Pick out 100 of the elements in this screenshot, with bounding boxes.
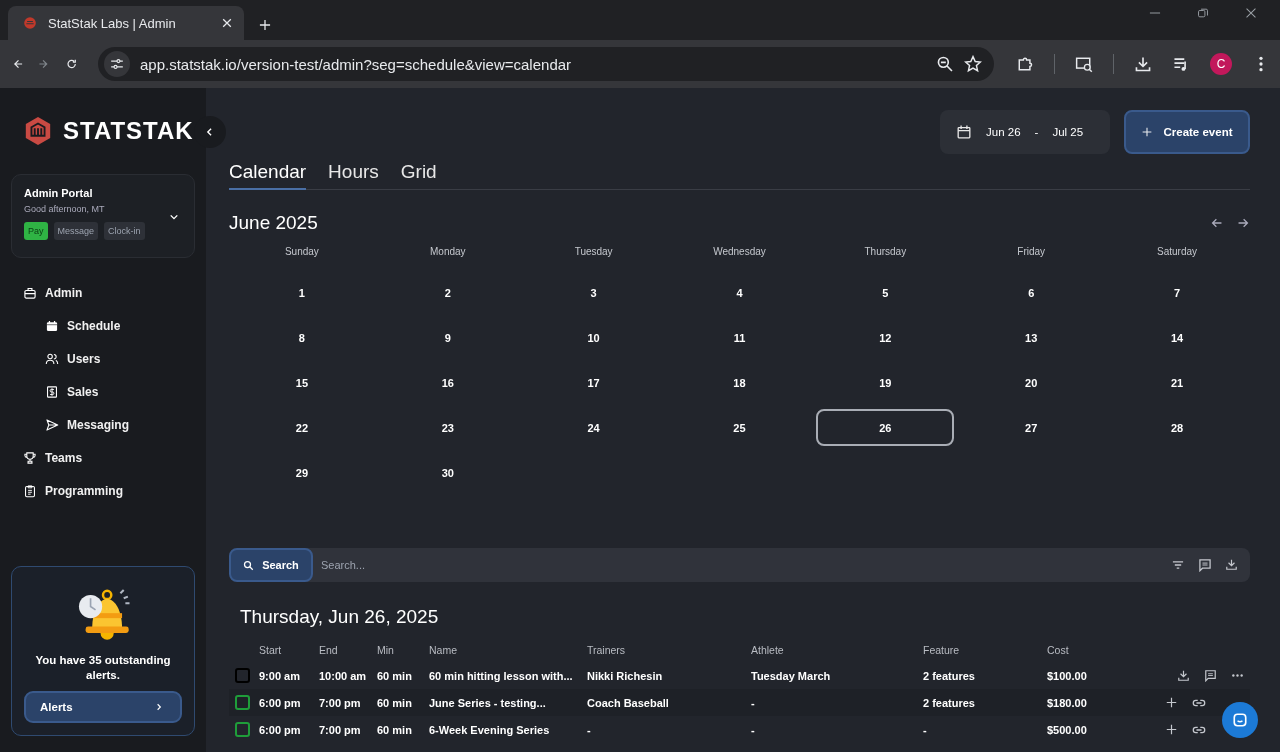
extensions-icon[interactable]	[1016, 55, 1034, 73]
plus-icon[interactable]	[1165, 695, 1178, 709]
nav-item[interactable]: Sales	[11, 375, 195, 408]
table-cell-text: 60 min	[377, 723, 413, 736]
dollar-icon	[45, 384, 59, 399]
browser-tab[interactable]: StatStak Labs | Admin	[8, 6, 244, 40]
table-cell-text: $500.00	[1047, 723, 1088, 736]
new-tab-icon[interactable]	[258, 18, 272, 32]
view-tab[interactable]: Grid	[400, 160, 437, 190]
plus-icon[interactable]	[1165, 722, 1178, 736]
calendar-day[interactable]: 13	[962, 319, 1101, 356]
next-arrow-icon[interactable]	[1236, 216, 1250, 230]
calendar-day[interactable]: 12	[816, 319, 955, 356]
send-icon	[45, 417, 59, 432]
weekday-label: Sunday	[283, 246, 320, 259]
calendar-day[interactable]: 27	[962, 409, 1101, 446]
calendar-day[interactable]: 20	[962, 364, 1101, 401]
greeting-text: Good afternoon, MT	[24, 204, 106, 214]
calendar-day[interactable]: 1	[232, 274, 371, 311]
row-checkbox[interactable]	[235, 695, 250, 710]
url-text: app.statstak.io/version-test/admin?seg=schedule&view=calendar	[140, 55, 573, 73]
comment-icon[interactable]	[1204, 669, 1217, 682]
portal-button[interactable]: Message	[53, 222, 99, 240]
calendar-day[interactable]: 28	[1108, 409, 1247, 446]
row-checkbox[interactable]	[235, 722, 250, 737]
nav-item[interactable]: Schedule	[11, 309, 195, 342]
calendar-day[interactable]: 10	[524, 319, 663, 356]
table-cell-text: 7:00 pm	[319, 723, 362, 736]
calendar-day[interactable]: 22	[232, 409, 371, 446]
calendar-day[interactable]: 4	[670, 274, 809, 311]
download-icon[interactable]	[1177, 669, 1190, 682]
calendar-day[interactable]: 15	[232, 364, 371, 401]
close-icon[interactable]	[1244, 6, 1258, 20]
download-icon[interactable]	[1225, 558, 1238, 571]
previous-arrow-icon[interactable]	[1210, 216, 1224, 230]
date-range-picker[interactable]: Jun 26 - Jul 25	[940, 110, 1110, 154]
bookmark-star-icon[interactable]	[964, 55, 982, 73]
date-start: Jun 26	[986, 126, 1021, 138]
screen-search-icon[interactable]	[1075, 55, 1093, 73]
calendar-day[interactable]: 23	[378, 409, 517, 446]
calendar-day[interactable]: 8	[232, 319, 371, 356]
nav-item[interactable]: Users	[11, 342, 195, 375]
calendar-day[interactable]: 26	[816, 409, 955, 446]
table-cell-text: 7:00 pm	[319, 696, 362, 709]
calendar-day[interactable]: 19	[816, 364, 955, 401]
restore-icon[interactable]	[1196, 6, 1210, 20]
table-cell-text: -	[751, 723, 756, 736]
table-cell-text: $180.00	[1047, 696, 1088, 709]
row-checkbox[interactable]	[235, 668, 250, 683]
weekday-label: Friday	[1016, 246, 1047, 259]
trophy-icon	[23, 450, 37, 465]
date-heading: Thursday, Jun 26, 2025	[239, 606, 440, 628]
calendar-day[interactable]: 30	[378, 454, 517, 491]
nav-item[interactable]: Messaging	[11, 408, 195, 441]
filter-icon[interactable]	[1171, 558, 1185, 572]
table-cell-text: -	[751, 696, 756, 709]
nav-item[interactable]: Programming	[11, 474, 195, 507]
calendar-day[interactable]: 11	[670, 319, 809, 356]
calendar-day[interactable]: 3	[524, 274, 663, 311]
profile-avatar[interactable]: C	[1210, 53, 1232, 75]
calendar-day[interactable]: 14	[1108, 319, 1247, 356]
create-event-button[interactable]: Create event	[1124, 110, 1250, 154]
calendar-day[interactable]: 6	[962, 274, 1101, 311]
calendar-day[interactable]: 9	[378, 319, 517, 356]
table-cell-text: 6:00 pm	[259, 723, 302, 736]
alerts-button[interactable]: Alerts	[24, 691, 182, 723]
date-separator: -	[1034, 126, 1039, 138]
chat-icon	[1231, 711, 1249, 729]
site-settings-icon[interactable]	[109, 56, 125, 72]
calendar-day[interactable]: 21	[1108, 364, 1247, 401]
calendar-day[interactable]: 29	[232, 454, 371, 491]
briefcase-icon	[23, 285, 37, 300]
comment-icon[interactable]	[1198, 558, 1212, 572]
calendar-day[interactable]: 7	[1108, 274, 1247, 311]
search-button[interactable]: Search	[229, 548, 313, 582]
portal-title: Admin Portal	[24, 187, 94, 199]
nav-item[interactable]: Teams	[11, 441, 195, 474]
portal-button[interactable]: Pay	[24, 222, 48, 240]
calendar-day[interactable]: 5	[816, 274, 955, 311]
portal-button[interactable]: Clock-in	[104, 222, 145, 240]
chat-button[interactable]	[1222, 702, 1258, 738]
calendar-day[interactable]: 17	[524, 364, 663, 401]
address-bar[interactable]: app.statstak.io/version-test/admin?seg=schedule&view=calendar	[98, 47, 994, 81]
table-cell-text: June Series - testing...	[429, 696, 547, 709]
nav-item[interactable]: Admin	[11, 276, 195, 309]
calendar-day[interactable]: 2	[378, 274, 517, 311]
calendar-day[interactable]: 16	[378, 364, 517, 401]
logo-icon	[23, 114, 53, 148]
table-cell-text: 60 min	[377, 669, 413, 682]
table-cell-text: 2 features	[923, 669, 976, 682]
calendar-day[interactable]: 25	[670, 409, 809, 446]
column-header: Min	[377, 644, 395, 656]
view-tab[interactable]: Hours	[328, 160, 379, 190]
zoom-icon[interactable]	[936, 55, 954, 73]
plus-icon	[1141, 126, 1154, 138]
close-tab-icon[interactable]	[220, 16, 234, 30]
table-cell-text: Nikki Richesin	[587, 669, 664, 682]
calendar-day[interactable]: 24	[524, 409, 663, 446]
calendar-day[interactable]: 18	[670, 364, 809, 401]
view-tab[interactable]: Calendar	[229, 160, 307, 190]
